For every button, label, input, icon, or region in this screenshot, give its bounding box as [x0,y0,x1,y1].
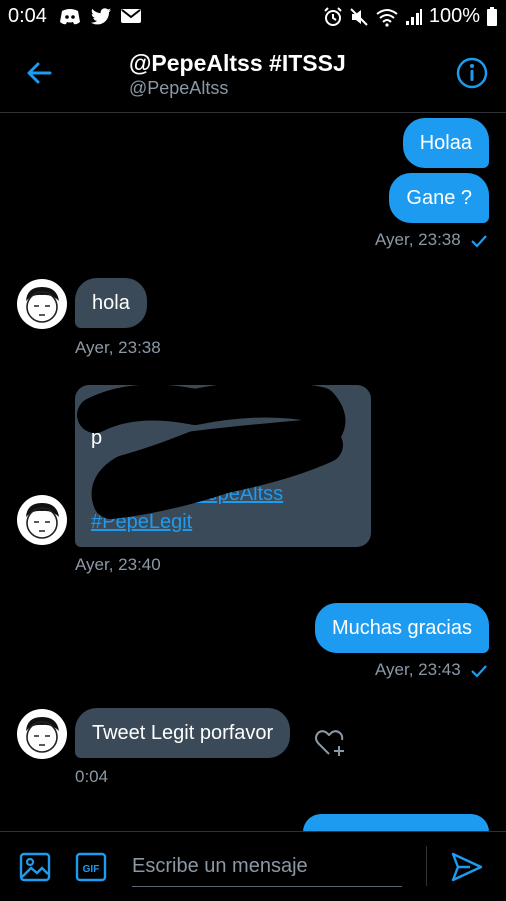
battery-percent: 100% [428,5,480,27]
conversation-header: @PepeAltss #ITSSJ @PepeAltss [0,34,506,113]
alarm-icon [324,6,342,26]
outgoing-message[interactable]: Gane ? [389,173,489,223]
incoming-message-redacted[interactable]: p rdvpn egit @PepeAltss #PepeLegit [75,385,371,547]
outgoing-message[interactable]: Muchas gracias [314,603,489,653]
send-icon[interactable] [450,850,484,884]
message-input[interactable] [132,846,402,887]
incoming-message[interactable]: Tweet Legit porfavor [75,708,291,758]
info-icon[interactable] [455,56,489,90]
redaction-scribble [77,385,346,519]
add-reaction-icon[interactable] [313,727,347,759]
incoming-message[interactable]: hola [75,278,147,328]
divider [426,846,427,886]
avatar[interactable] [17,709,67,759]
signal-icon [405,8,422,25]
discord-icon [60,9,80,25]
mute-icon [350,7,368,26]
message-composer: GIF [0,831,506,901]
status-bar: 0:04 100% [0,0,506,34]
mail-icon [121,9,141,23]
sent-check-icon [471,665,487,678]
avatar[interactable] [17,279,67,329]
twitter-icon [90,8,112,25]
svg-text:GIF: GIF [83,864,100,875]
message-timestamp: Ayer, 23:38 [75,338,161,357]
conversation-title[interactable]: @PepeAltss #ITSSJ [129,50,346,77]
outgoing-message[interactable]: Holaa [402,118,489,168]
back-arrow-icon[interactable] [22,56,56,90]
message-timestamp: Ayer, 23:43 [375,660,461,679]
system-status: 100% [323,5,498,28]
sent-check-icon [471,235,487,248]
message-timestamp: 0:04 [75,767,109,786]
gif-icon[interactable]: GIF [75,851,107,883]
avatar[interactable] [17,495,67,545]
wifi-icon [376,8,398,27]
notification-icons [58,7,142,27]
image-icon[interactable] [19,851,51,883]
conversation-handle: @PepeAltss [129,78,229,98]
battery-icon [487,6,497,26]
message-timestamp: Ayer, 23:40 [75,555,161,574]
message-timestamp: Ayer, 23:38 [375,230,461,249]
status-time: 0:04 [8,5,47,27]
